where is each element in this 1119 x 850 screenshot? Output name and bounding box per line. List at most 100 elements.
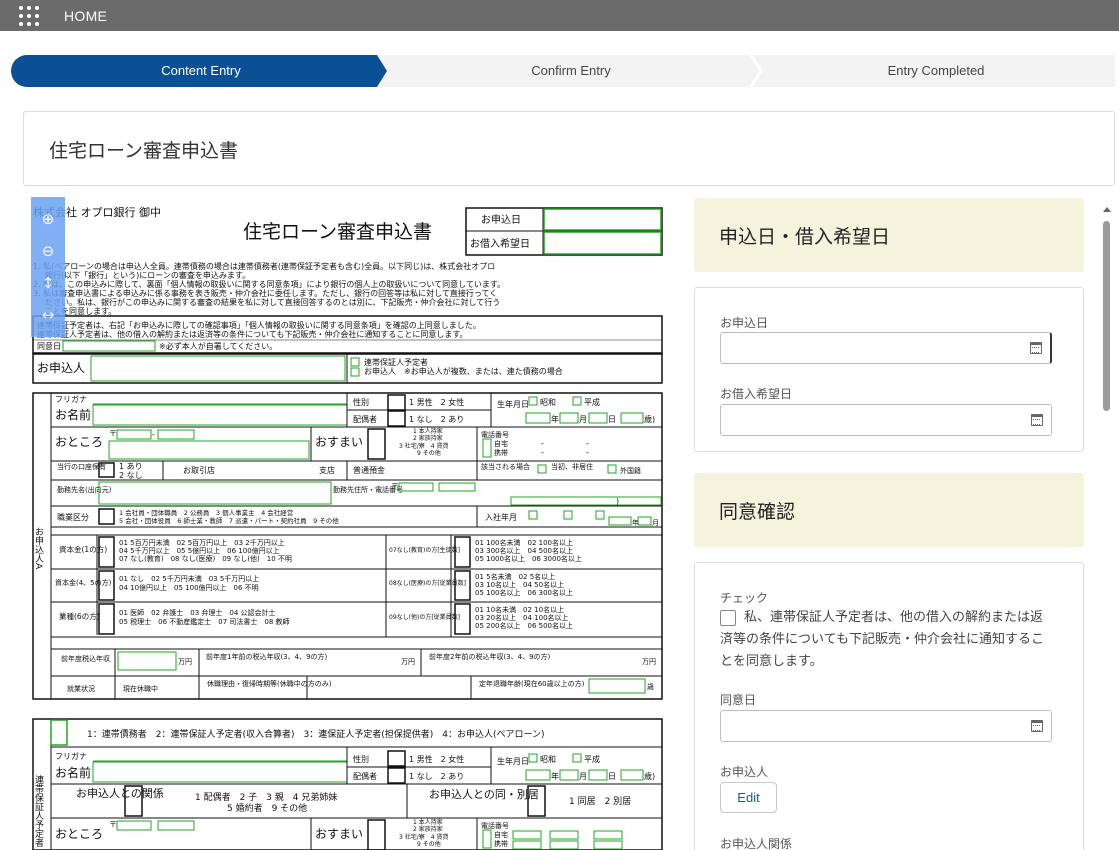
- fit-height-icon[interactable]: ↕: [42, 275, 55, 291]
- party-types: 1：連帯債務者 2：連帯保証人予定者(収入合算者) 3：連保証人予定者(担保提供…: [87, 728, 545, 740]
- party-type-box[interactable]: [50, 719, 68, 746]
- phone-type-box[interactable]: [482, 829, 492, 849]
- loan-date-input[interactable]: [720, 404, 1052, 436]
- calendar-icon[interactable]: [1031, 720, 1043, 732]
- phone-box[interactable]: [549, 830, 579, 840]
- panel-scrollbar[interactable]: [1101, 207, 1113, 850]
- branch-label: お取引店: [183, 465, 215, 475]
- spouse-box[interactable]: [387, 767, 406, 784]
- phone-box[interactable]: [512, 840, 542, 850]
- applicant-label: お申込人: [37, 361, 85, 375]
- non-resident-checkbox[interactable]: [537, 464, 547, 474]
- postal-box[interactable]: [116, 820, 152, 831]
- birth-day-box[interactable]: [588, 769, 608, 781]
- consent-date-input[interactable]: [720, 710, 1052, 742]
- residence-box[interactable]: [367, 428, 386, 460]
- foreign-checkbox[interactable]: [607, 464, 617, 474]
- step-entry-completed[interactable]: Entry Completed: [756, 55, 1116, 87]
- era-checkbox[interactable]: [572, 753, 582, 763]
- fit-width-icon[interactable]: ↔: [42, 307, 55, 323]
- app-date-input[interactable]: [720, 332, 1052, 364]
- calendar-icon[interactable]: [1030, 342, 1042, 354]
- step-content-entry[interactable]: Content Entry: [11, 55, 391, 87]
- phone-box[interactable]: [593, 830, 623, 840]
- phone-type-box[interactable]: [482, 438, 492, 458]
- spouse-box[interactable]: [387, 410, 406, 427]
- birth-day-box[interactable]: [588, 412, 608, 424]
- zoom-out-icon[interactable]: ⊖: [42, 243, 55, 259]
- consent-date-label: 同意日: [37, 341, 61, 351]
- home-link[interactable]: HOME: [64, 8, 107, 24]
- age-box[interactable]: [620, 769, 644, 781]
- job-type-box[interactable]: [98, 508, 115, 525]
- guarantor-name-box[interactable]: [92, 761, 348, 783]
- industry-box[interactable]: [98, 603, 115, 635]
- dates-card: お申込日 お借入希望日: [694, 287, 1084, 452]
- calendar-icon[interactable]: [1031, 414, 1043, 426]
- gender-box[interactable]: [387, 750, 406, 767]
- waffle-grid-icon[interactable]: [19, 5, 39, 26]
- phone-box[interactable]: [512, 830, 542, 840]
- notice-line: 銀行(以下「銀行」という)にローンの審査を申込みます。: [45, 270, 250, 280]
- foreign-label: 外国籍: [620, 466, 641, 475]
- address-label: おところ: [55, 435, 103, 449]
- postal-box[interactable]: [116, 429, 152, 440]
- applicant-a-side-label: お申込人A: [33, 527, 44, 570]
- residence-label: おすまい: [315, 435, 363, 449]
- hire-era-checkbox[interactable]: [528, 510, 538, 520]
- guarantor-option: 連帯保証人予定者: [364, 357, 428, 367]
- phone-box[interactable]: [549, 840, 579, 850]
- postal-box[interactable]: [157, 820, 195, 831]
- address-box[interactable]: [108, 440, 310, 460]
- hire-month-box[interactable]: [637, 516, 652, 526]
- employees-option: 05 200名以上 06 500名以上: [475, 621, 573, 630]
- gender-box[interactable]: [387, 394, 406, 411]
- birth-month-box[interactable]: [559, 412, 579, 424]
- retire-age-box[interactable]: [588, 678, 646, 694]
- form-viewer[interactable]: ⊕ ⊖ ↕ ↔ 株式会社 オプロ銀行 御中 住宅ローン審査申込書 お申込日 お借…: [31, 197, 665, 850]
- scroll-thumb[interactable]: [1103, 221, 1110, 411]
- residence-option: 1 本人持家: [413, 818, 443, 826]
- employees-option: 03 300名以上 04 500名以上: [475, 546, 573, 555]
- app-date-box[interactable]: [543, 208, 662, 231]
- hire-era-checkbox[interactable]: [595, 510, 605, 520]
- birth-year-box[interactable]: [525, 412, 551, 424]
- gender-options: 1 男性 2 女性: [409, 754, 464, 764]
- income-prev-box[interactable]: [117, 651, 177, 671]
- furigana-label: フリガナ: [55, 751, 87, 761]
- era-checkbox[interactable]: [572, 396, 582, 406]
- step-confirm-entry[interactable]: Confirm Entry: [386, 55, 756, 87]
- era-heisei: 平成: [584, 397, 600, 407]
- applicant-box[interactable]: [90, 355, 346, 382]
- yen-unit: 万円: [178, 658, 192, 666]
- residence-box[interactable]: [367, 819, 386, 850]
- year-label: 年: [632, 518, 639, 527]
- birth-year-box[interactable]: [525, 769, 551, 781]
- era-checkbox[interactable]: [528, 753, 538, 763]
- era-checkbox[interactable]: [528, 396, 538, 406]
- age-box[interactable]: [620, 412, 644, 424]
- name-box[interactable]: [92, 404, 348, 426]
- scroll-up-arrow-icon[interactable]: [1103, 207, 1111, 212]
- phone-box[interactable]: [593, 840, 623, 850]
- employees-option: 03 20名以上 04 100名以上: [475, 613, 569, 622]
- postal-box[interactable]: [157, 429, 195, 440]
- hire-era-checkbox[interactable]: [563, 510, 573, 520]
- loan-date-box[interactable]: [543, 231, 662, 255]
- hire-year-box[interactable]: [608, 516, 632, 526]
- applicant-checkbox[interactable]: [350, 367, 360, 377]
- residence-option: 3 社宅/寮 4 賃貸: [399, 442, 448, 450]
- employer-phone-box[interactable]: [510, 496, 662, 506]
- zoom-in-icon[interactable]: ⊕: [42, 211, 55, 227]
- birth-month-box[interactable]: [559, 769, 579, 781]
- consent-date-box[interactable]: [62, 340, 156, 352]
- applicant-edit-button[interactable]: Edit: [720, 782, 777, 813]
- guarantor-side-label: 連帯保証人予定者: [33, 774, 44, 847]
- relation-option: 5 婚約者 9 その他: [227, 802, 307, 814]
- employer-box[interactable]: [98, 481, 332, 505]
- postal-box[interactable]: [398, 482, 434, 492]
- postal-box[interactable]: [438, 482, 476, 492]
- age-label: 歳): [644, 771, 655, 781]
- guarantor-checkbox[interactable]: [350, 357, 360, 367]
- loan-application-form: 株式会社 オプロ銀行 御中 住宅ローン審査申込書 お申込日 お借入希望日 1. …: [32, 205, 663, 850]
